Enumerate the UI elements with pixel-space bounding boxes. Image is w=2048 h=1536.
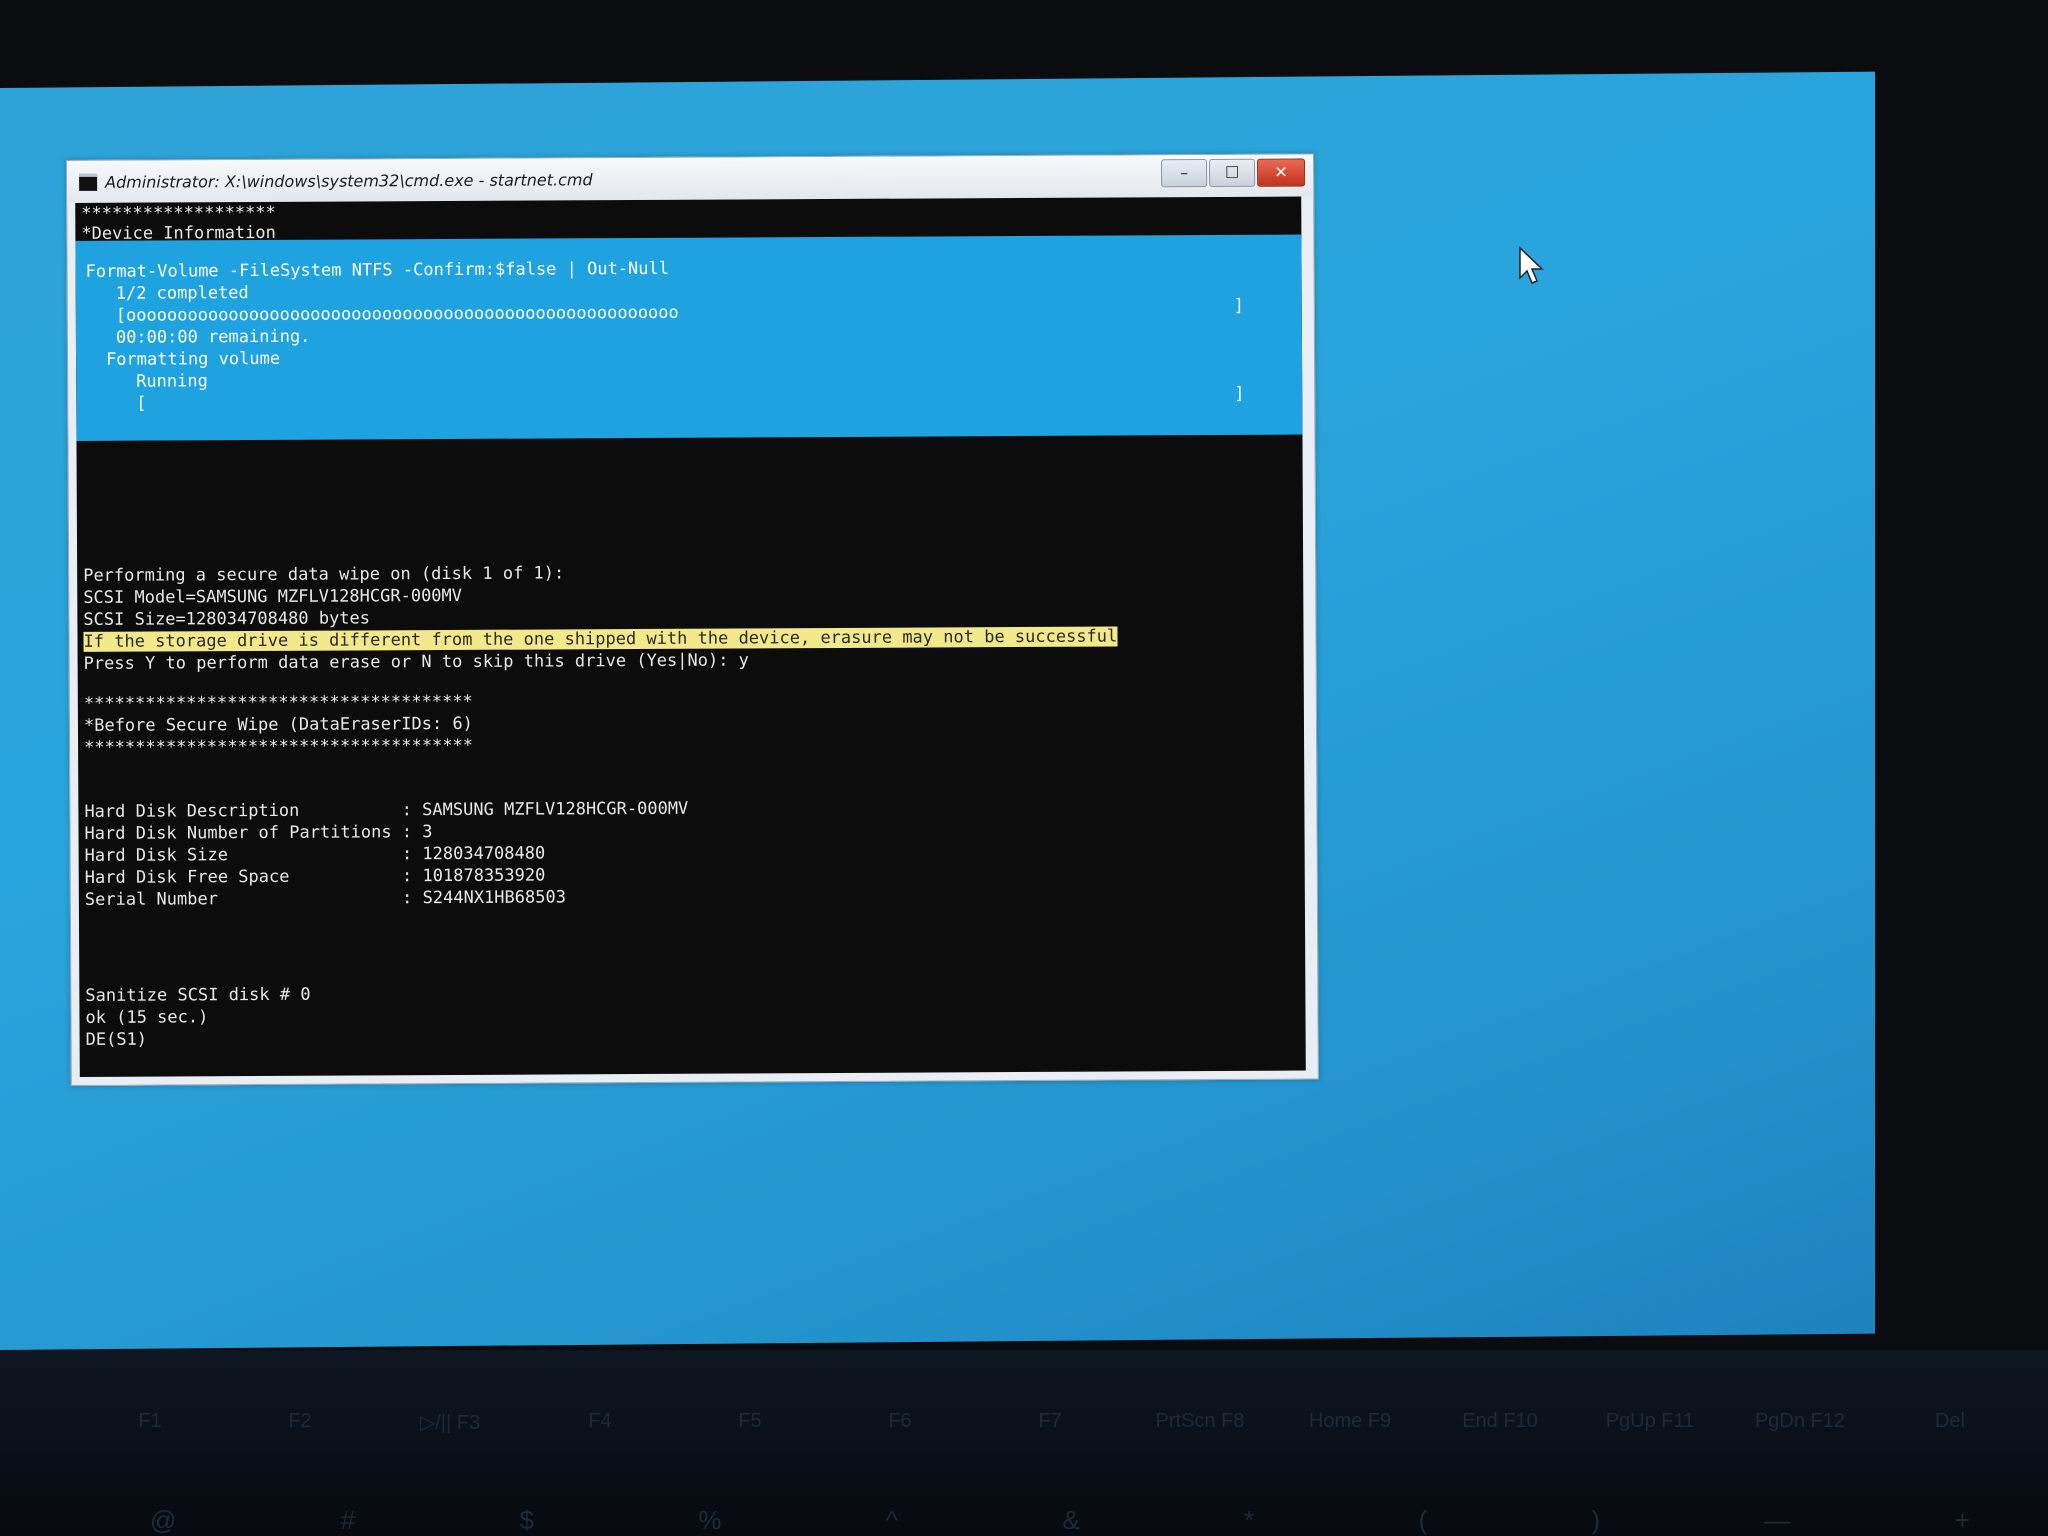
key[interactable]: ( xyxy=(1418,1505,1427,1536)
sanitize-line: Sanitize SCSI disk # 0 xyxy=(85,984,311,1006)
fkey[interactable]: PrtScn F8 xyxy=(1140,1410,1260,1435)
erase-prompt: Press Y to perform data erase or N to sk… xyxy=(83,650,749,674)
key[interactable]: ^ xyxy=(886,1505,898,1536)
window-title: Administrator: X:\windows\system32\cmd.e… xyxy=(105,169,593,192)
fkey[interactable]: PgDn F12 xyxy=(1740,1410,1860,1435)
scsi-model: SCSI Model=SAMSUNG MZFLV128HCGR-000MV xyxy=(83,585,463,608)
wipe-header: Performing a secure data wipe on (disk 1… xyxy=(83,563,565,586)
progress-remaining: 00:00:00 remaining. xyxy=(115,326,311,348)
disk-info-value: : 101878353920 xyxy=(401,865,546,887)
fkey[interactable]: Del xyxy=(1890,1410,2010,1435)
progress-bar: [ooooooooooooooooooooooooooooooooooooooo… xyxy=(115,302,679,326)
fkey[interactable]: ▷/|| F3 xyxy=(390,1410,510,1435)
fkey[interactable]: F1 xyxy=(90,1410,210,1435)
fkey[interactable]: PgUp F11 xyxy=(1590,1410,1710,1435)
disk-info-value: : S244NX1HB68503 xyxy=(402,887,566,909)
progress-bar-end: ] xyxy=(1233,295,1245,316)
fkey[interactable]: F5 xyxy=(690,1410,810,1435)
key[interactable]: # xyxy=(341,1505,355,1536)
progress-status: Running xyxy=(136,371,208,392)
progress-panel: Format-Volume -FileSystem NTFS -Confirm:… xyxy=(75,234,1303,441)
scsi-size: SCSI Size=128034708480 bytes xyxy=(83,608,371,630)
cmd-window[interactable]: Administrator: X:\windows\system32\cmd.e… xyxy=(66,153,1319,1086)
stars-line: ************************************** xyxy=(83,691,473,714)
key[interactable]: & xyxy=(1062,1505,1079,1536)
disk-info-value: : SAMSUNG MZFLV128HCGR-000MV xyxy=(401,798,689,821)
fkey[interactable]: End F10 xyxy=(1440,1410,1560,1435)
disk-info-row: Hard Disk Number of Partitions : 3 xyxy=(84,821,432,845)
disk-info-row: Hard Disk Size : 128034708480 xyxy=(85,843,546,867)
mouse-pointer-icon xyxy=(1519,246,1544,284)
disk-info-label: Serial Number xyxy=(84,888,403,910)
disk-info-label: Hard Disk Number of Partitions xyxy=(84,822,402,844)
key[interactable]: ) xyxy=(1591,1505,1600,1536)
disk-info-value: : 128034708480 xyxy=(401,843,546,865)
progress-activity: Formatting volume xyxy=(105,348,281,370)
fkey[interactable]: F6 xyxy=(840,1410,960,1435)
minimize-button[interactable]: – xyxy=(1161,159,1208,188)
fkey[interactable]: Home F9 xyxy=(1290,1410,1410,1435)
maximize-button[interactable]: ☐ xyxy=(1209,158,1256,188)
before-wipe-heading: *Before Secure Wipe (DataEraserIDs: 6) xyxy=(83,713,473,736)
fkey[interactable]: F4 xyxy=(540,1410,660,1435)
number-key-row: @ # $ % ^ & * ( ) — + xyxy=(150,1505,1970,1536)
progress-command: Format-Volume -FileSystem NTFS -Confirm:… xyxy=(85,258,670,282)
ok-line: ok (15 sec.) xyxy=(85,1007,209,1028)
key[interactable]: * xyxy=(1244,1505,1254,1536)
title-bar[interactable]: Administrator: X:\windows\system32\cmd.e… xyxy=(67,154,1314,203)
key[interactable]: — xyxy=(1764,1505,1790,1536)
disk-info-label: Hard Disk Free Space xyxy=(84,866,403,888)
console-icon xyxy=(79,173,98,191)
fkey[interactable]: F2 xyxy=(240,1410,360,1435)
stars-line: ************************************** xyxy=(84,735,474,758)
fkey[interactable]: F7 xyxy=(990,1410,1110,1435)
console-output[interactable]: ******************* *Device Information … xyxy=(75,196,1306,1077)
de-line: DE(S1) xyxy=(85,1029,148,1050)
close-button[interactable]: ✕ xyxy=(1257,158,1306,187)
progress-completed: 1/2 completed xyxy=(115,283,249,304)
progress-bar-2: [ xyxy=(136,393,147,414)
disk-info-label: Hard Disk Size xyxy=(84,844,402,866)
warning-message: If the storage drive is different from t… xyxy=(83,626,1118,652)
disk-info-row: Hard Disk Free Space : 101878353920 xyxy=(85,865,546,889)
disk-info-row: Hard Disk Description : SAMSUNG MZFLV128… xyxy=(84,798,688,823)
disk-info-value: : 3 xyxy=(401,822,433,843)
disk-info-row: Serial Number : S244NX1HB68503 xyxy=(85,886,566,911)
function-key-row: F1 F2 ▷/|| F3 F4 F5 F6 F7 PrtScn F8 Home… xyxy=(90,1410,2010,1435)
disk-info-label: Hard Disk Description xyxy=(84,800,402,822)
key[interactable]: % xyxy=(698,1505,721,1536)
key[interactable]: $ xyxy=(520,1505,534,1536)
key[interactable]: @ xyxy=(150,1505,176,1536)
progress-bar-2-end: ] xyxy=(1234,383,1245,404)
key[interactable]: + xyxy=(1955,1505,1970,1536)
